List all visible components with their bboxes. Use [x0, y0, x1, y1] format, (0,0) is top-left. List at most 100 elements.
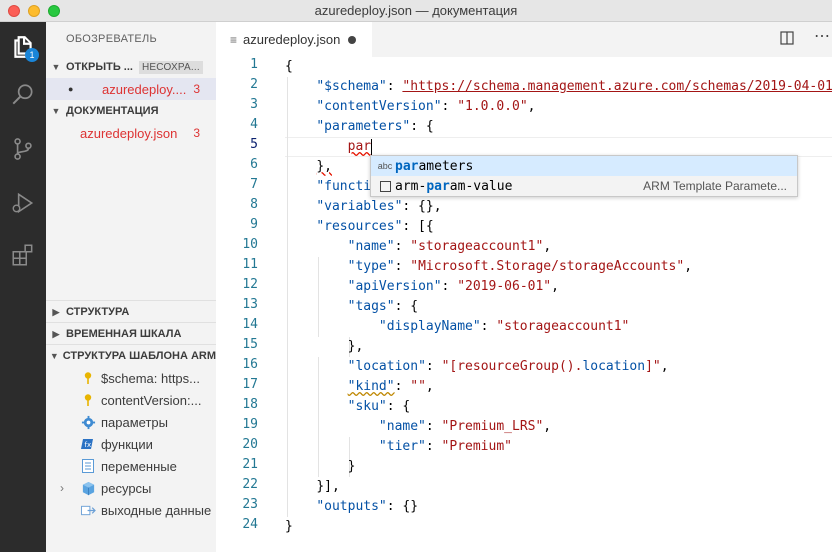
- line-number: 13: [242, 297, 258, 312]
- code-line: "name": "Premium_LRS",: [378, 419, 552, 434]
- arm-item-variables[interactable]: переменные: [46, 455, 216, 477]
- code-line: "name": "storageaccount1",: [347, 239, 552, 254]
- line-number: 21: [242, 457, 258, 472]
- arm-outline-label: СТРУКТУРА ШАБЛОНА ARM: [62, 350, 216, 362]
- arm-outline-section[interactable]: ▼ СТРУКТУРА ШАБЛОНА ARM: [46, 345, 216, 367]
- code-line: }: [285, 519, 293, 534]
- extensions-button[interactable]: [0, 232, 46, 278]
- open-editor-file[interactable]: ● azuredeploy.... 3: [46, 78, 216, 100]
- key-icon: [80, 370, 96, 386]
- problem-count: 3: [193, 82, 200, 96]
- outline-section[interactable]: ▶ СТРУКТУРА: [46, 301, 216, 323]
- arm-item-content-version[interactable]: contentVersion:...: [46, 389, 216, 411]
- source-control-button[interactable]: [0, 126, 46, 172]
- folder-file[interactable]: azuredeploy.json 3: [46, 122, 216, 144]
- text-caret: [371, 138, 373, 155]
- activity-bar: 1: [0, 22, 46, 552]
- suggestion-item[interactable]: arm-param-value ARM Template Paramete...: [371, 176, 797, 196]
- arm-item-label: параметры: [101, 414, 168, 430]
- problem-count: 3: [193, 126, 200, 140]
- folder-section[interactable]: ▼ ДОКУМЕНТАЦИЯ: [46, 100, 216, 122]
- code-line: "parameters": {: [316, 119, 434, 134]
- svg-text:fx: fx: [85, 441, 92, 449]
- chevron-right-icon: ▶: [52, 306, 60, 317]
- explorer-button[interactable]: 1: [0, 24, 46, 70]
- key-icon: [80, 392, 96, 408]
- snippet-icon: [375, 180, 395, 192]
- editor-area: ≡ azuredeploy.json ⋯ 1 2 3 4 5 6 7 8 9 1…: [216, 22, 832, 552]
- arm-item-resources[interactable]: › ресурсы: [46, 477, 216, 499]
- tab-bar: ≡ azuredeploy.json ⋯: [216, 22, 832, 57]
- chevron-down-icon: ▼: [51, 106, 61, 116]
- folder-label: ДОКУМЕНТАЦИЯ: [66, 105, 159, 117]
- line-number: 9: [250, 217, 258, 232]
- line-number: 6: [250, 157, 258, 172]
- line-number: 18: [242, 397, 258, 412]
- arm-item-label: ресурсы: [101, 480, 152, 496]
- code-line: "contentVersion": "1.0.0.0",: [316, 99, 536, 114]
- line-number: 17: [242, 377, 258, 392]
- line-number: 24: [242, 517, 258, 532]
- code-line: par: [347, 138, 373, 155]
- code-line: "type": "Microsoft.Storage/storageAccoun…: [347, 259, 693, 274]
- arm-item-functions[interactable]: fx функции: [46, 433, 216, 455]
- gear-icon: [80, 414, 96, 430]
- sidebar-title: ОБОЗРЕВАТЕЛЬ: [66, 33, 158, 45]
- line-number: 5: [250, 137, 258, 152]
- chevron-down-icon: ▼: [49, 351, 59, 361]
- chevron-down-icon: ▼: [51, 62, 61, 72]
- code-line: "functi: [316, 179, 372, 194]
- code-line: "tags": {: [347, 299, 419, 314]
- line-number: 1: [250, 57, 258, 72]
- run-debug-button[interactable]: [0, 180, 46, 226]
- line-number: 22: [242, 477, 258, 492]
- line-number: 23: [242, 497, 258, 512]
- line-number: 7: [250, 177, 258, 192]
- folder-file-label: azuredeploy.json: [80, 125, 178, 141]
- timeline-label: ВРЕМЕННАЯ ШКАЛА: [66, 328, 182, 340]
- search-button[interactable]: [0, 72, 46, 118]
- tab-azuredeploy-json[interactable]: ≡ azuredeploy.json: [216, 22, 372, 57]
- explorer-badge: 1: [25, 48, 39, 62]
- unsaved-dot-icon: [348, 35, 357, 44]
- output-icon: [80, 502, 96, 518]
- open-editor-file-label: azuredeploy....: [102, 81, 187, 97]
- text-icon: abc: [377, 161, 393, 171]
- document-icon: [80, 458, 96, 474]
- code-line: "sku": {: [347, 399, 411, 414]
- line-number-gutter: 1 2 3 4 5 6 7 8 9 10 11 12 13 14 15 16 1…: [216, 57, 262, 552]
- line-number: 11: [242, 257, 258, 272]
- code-line: "resources": [{: [316, 219, 434, 234]
- arm-item-schema[interactable]: $schema: https...: [46, 367, 216, 389]
- outline-label: СТРУКТУРА: [66, 306, 130, 318]
- line-number: 2: [250, 77, 258, 92]
- line-number: 3: [250, 97, 258, 112]
- suggestion-item[interactable]: abc parameters: [371, 156, 797, 176]
- line-number: 19: [242, 417, 258, 432]
- line-number: 20: [242, 437, 258, 452]
- code-line: "outputs": {}: [316, 499, 419, 514]
- arm-item-label: выходные данные: [101, 502, 212, 518]
- unsaved-dot-icon: ●: [68, 84, 74, 94]
- split-editor-icon[interactable]: [780, 31, 794, 48]
- open-editors-section[interactable]: ▼ ОТКРЫТЬ ... НЕСОХРА...: [46, 56, 216, 78]
- arm-item-parameters[interactable]: параметры: [46, 411, 216, 433]
- arm-item-outputs[interactable]: выходные данные: [46, 499, 216, 521]
- code-line: "kind": "",: [347, 379, 434, 394]
- code-line: "$schema": "https://schema.management.az…: [316, 79, 832, 94]
- open-editors-label: ОТКРЫТЬ ...: [66, 61, 133, 73]
- code-line: }: [347, 459, 356, 474]
- window-title: azuredeploy.json — документация: [314, 3, 518, 18]
- line-number: 12: [242, 277, 258, 292]
- arm-item-label: $schema: https...: [101, 370, 200, 386]
- line-number: 10: [242, 237, 258, 252]
- chevron-right-icon[interactable]: ›: [60, 481, 64, 495]
- timeline-section[interactable]: ▶ ВРЕМЕННАЯ ШКАЛА: [46, 323, 216, 345]
- code-editor[interactable]: { "$schema": "https://schema.management.…: [285, 57, 832, 552]
- explorer-sidebar: ОБОЗРЕВАТЕЛЬ ▼ ОТКРЫТЬ ... НЕСОХРА... ● …: [46, 22, 216, 552]
- title-bar: azuredeploy.json — документация: [0, 0, 832, 22]
- more-actions-icon[interactable]: ⋯: [814, 26, 830, 46]
- search-icon: [12, 84, 33, 105]
- tab-label: azuredeploy.json: [243, 32, 341, 47]
- arm-item-label: переменные: [101, 458, 177, 474]
